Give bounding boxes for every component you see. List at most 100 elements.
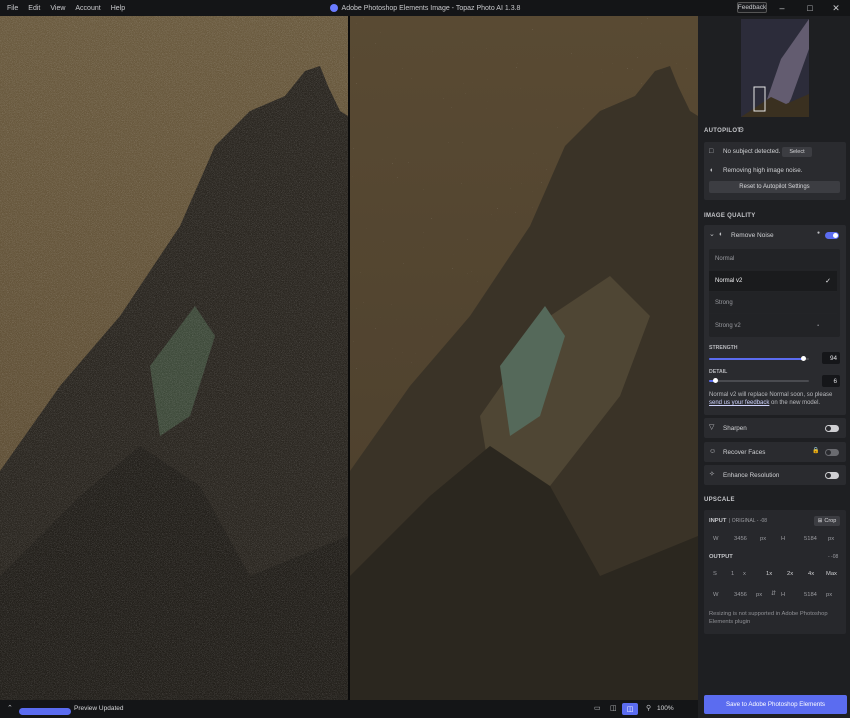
face-icon: ☺ [709,448,717,455]
sharpen-card[interactable]: ▽ Sharpen [704,418,846,438]
original-image [0,16,348,700]
model-option-normal-v2[interactable]: Normal v2 ✓ [709,271,837,292]
remove-noise-card: ⌄ ◐ Remove Noise ● Normal Normal v2 ✓ Str… [704,225,846,415]
gear-icon[interactable]: ⚙ [738,127,744,134]
input-label: INPUT [709,518,727,524]
noise-status: Removing high image noise. [723,167,803,174]
sharpen-label: Sharpen [723,425,747,432]
crop-icon: ⊞ [817,518,823,524]
dot-icon: • [817,322,819,329]
output-w-label: W [713,592,719,598]
input-h-unit: px [828,536,835,542]
menu-account[interactable]: Account [70,5,105,12]
scale-option-4x[interactable]: 4x [808,571,814,577]
eye-icon[interactable]: ● [817,231,820,236]
input-w-unit: px [760,536,767,542]
scale-option-2x[interactable]: 2x [787,571,793,577]
output-label: OUTPUT [709,554,733,560]
subject-icon: □ [709,148,714,155]
autopilot-card: □ No subject detected. Select ◖ Removing… [704,142,846,200]
scale-label: S [713,571,717,577]
scale-option-max[interactable]: Max [826,571,837,577]
chevron-up-icon[interactable]: ⌃ [7,705,13,712]
output-w-value[interactable]: 3456 [734,592,747,598]
strength-value[interactable]: 94 [822,352,840,364]
recover-faces-label: Recover Faces [723,449,766,456]
status-bar: ⌃ Preview Updated ▭ ◫ ◫ ⚲ 100% [0,700,698,718]
save-button[interactable]: Save to Adobe Photoshop Elements [704,695,847,714]
input-w-label: W [713,536,719,542]
reset-autopilot-button[interactable]: Reset to Autopilot Settings [709,181,840,193]
enhance-resolution-card[interactable]: ✧ Enhance Resolution [704,465,846,485]
link-icon[interactable]: ⇵ [771,591,776,597]
zoom-level[interactable]: 100% [657,705,674,712]
menu-help[interactable]: Help [106,5,130,12]
select-button[interactable]: Select [782,147,812,157]
scale-option-1x[interactable]: 1x [766,571,772,577]
side-by-side-icon[interactable]: ◫ [622,703,638,715]
resize-note: Resizing is not supported in Adobe Photo… [709,611,828,625]
chevron-down-icon[interactable]: ⌄ [709,231,715,238]
check-icon: ✓ [825,278,831,285]
strength-slider-fill [709,358,803,360]
remove-noise-toggle[interactable] [825,232,839,239]
remove-noise-label: Remove Noise [731,232,774,239]
enhance-icon: ✧ [709,471,715,478]
output-h-unit: px [826,592,833,598]
upscale-card: INPUT | ORIGINAL - -08 ⊞ Crop W 3456 px H… [704,510,846,634]
processed-preview[interactable] [350,16,698,700]
minimize-icon[interactable]: – [768,0,796,16]
menu-view[interactable]: View [45,5,70,12]
scale-value[interactable]: 1 [731,571,734,577]
processed-image [350,16,698,700]
recover-faces-card[interactable]: ☺ Recover Faces 🔒 [704,442,846,462]
output-sub: - -08 [828,554,839,560]
model-list: Normal Normal v2 ✓ Strong Strong v2 • [709,249,840,337]
detail-value[interactable]: 6 [822,375,840,387]
strength-slider-knob[interactable] [800,356,806,361]
preview-progress-bar [19,708,71,715]
navigator-thumbnail[interactable] [741,19,809,117]
menu-file[interactable]: File [2,5,23,12]
detail-slider-knob[interactable] [712,378,718,383]
upscale-label: UPSCALE [704,497,735,503]
remove-noise-icon: ◐ [719,231,724,238]
enhance-resolution-label: Enhance Resolution [723,472,780,479]
send-feedback-link[interactable]: send us your feedback [709,400,769,406]
strength-label: STRENGTH [709,345,738,351]
detail-slider-track[interactable] [709,380,809,382]
title-bar: File Edit View Account Help [0,0,850,16]
settings-sidebar: AUTOPILOT ⚙ □ No subject detected. Selec… [698,16,850,718]
crop-label: Crop [824,518,837,524]
model-option-strong[interactable]: Strong [709,293,837,314]
single-view-icon[interactable]: ▭ [594,705,601,712]
input-w-value: 3456 [734,536,747,542]
sharpen-icon: ▽ [709,424,715,431]
image-viewer[interactable] [0,16,698,700]
model-note-text: Normal v2 will replace Normal soon, so p… [709,392,833,398]
detail-label: DETAIL [709,369,728,375]
subject-status: No subject detected. [723,148,781,155]
output-w-unit: px [756,592,763,598]
autopilot-label: AUTOPILOT [704,128,742,134]
feedback-button[interactable]: Feedback [737,2,767,13]
model-option-normal[interactable]: Normal [709,249,837,270]
input-h-label: H [781,536,786,542]
noise-icon: ◖ [709,167,714,174]
status-text: Preview Updated [74,705,124,712]
enhance-resolution-toggle[interactable] [825,472,839,479]
model-note: Normal v2 will replace Normal soon, so p… [709,391,841,407]
menu-edit[interactable]: Edit [23,5,45,12]
close-icon[interactable]: ✕ [822,0,850,16]
crop-button[interactable]: ⊞ Crop [814,516,840,526]
recover-faces-toggle[interactable] [825,449,839,456]
lock-icon: 🔒 [812,448,820,454]
model-option-strong-v2[interactable]: Strong v2 • [709,315,837,336]
model-note-suffix: on the new model. [769,400,821,406]
output-h-value[interactable]: 5184 [804,592,817,598]
original-preview[interactable] [0,16,348,700]
sharpen-toggle[interactable] [825,425,839,432]
split-view-icon[interactable]: ◫ [610,705,617,712]
zoom-icon[interactable]: ⚲ [646,705,651,712]
maximize-icon[interactable]: □ [796,0,824,16]
